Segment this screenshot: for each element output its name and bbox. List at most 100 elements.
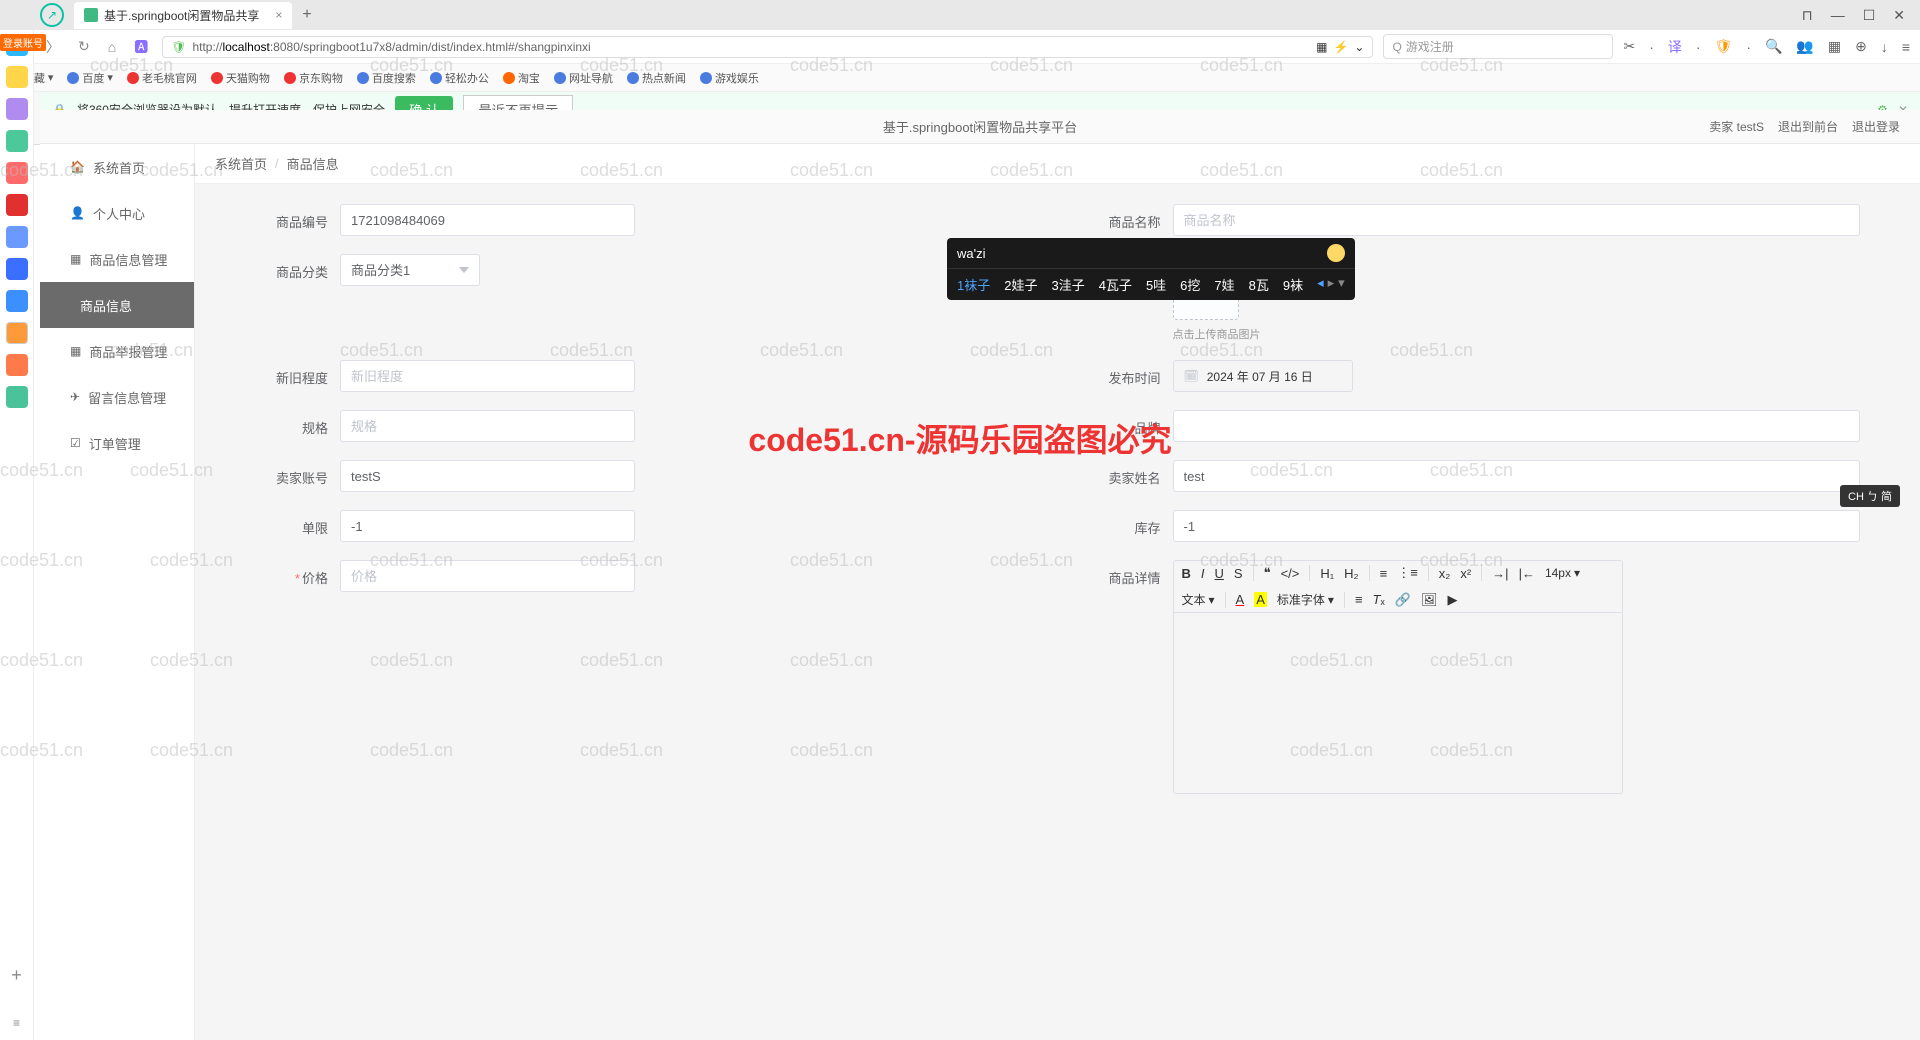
h1-icon[interactable]: H₁ xyxy=(1320,566,1334,581)
back-frontend-link[interactable]: 退出到前台 xyxy=(1778,118,1838,135)
spec-input[interactable] xyxy=(340,410,635,442)
strike-icon[interactable]: S xyxy=(1234,566,1243,581)
fontsize-select[interactable]: 14px ▾ xyxy=(1545,566,1580,580)
bookmark-item[interactable]: 热点新闻 xyxy=(627,70,686,86)
new-tab-button[interactable]: + xyxy=(302,6,311,24)
publish-time-input[interactable]: 🗓 2024 年 07 月 16 日 xyxy=(1173,360,1353,392)
ime-candidate[interactable]: 8瓦 xyxy=(1249,275,1269,294)
nav-home-button[interactable]: ⌂ xyxy=(104,39,120,55)
limit-input[interactable] xyxy=(340,510,635,542)
win-min-icon[interactable]: — xyxy=(1831,7,1845,24)
ime-next-icon[interactable]: ▸ xyxy=(1328,275,1335,294)
breadcrumb-home[interactable]: 系统首页 xyxy=(215,154,267,173)
sidebar-item-product-info[interactable]: 商品信息 xyxy=(40,282,194,328)
login-badge[interactable]: 登录账号 xyxy=(0,34,46,51)
url-dropdown-icon[interactable]: ⌄ xyxy=(1354,40,1364,54)
nav-reload-button[interactable]: ↻ xyxy=(74,38,94,55)
win-max-icon[interactable]: ☐ xyxy=(1863,7,1876,24)
ime-candidate[interactable]: 9袜 xyxy=(1283,275,1303,294)
bgcolor-icon[interactable]: A xyxy=(1254,592,1267,607)
outdent-icon[interactable]: |← xyxy=(1519,566,1535,581)
image-icon[interactable]: 🖼 xyxy=(1421,592,1438,608)
bookmark-item[interactable]: 天猫购物 xyxy=(211,70,270,86)
video-icon[interactable]: ▶ xyxy=(1447,592,1457,608)
ime-candidate[interactable]: 3洼子 xyxy=(1051,275,1084,294)
logout-link[interactable]: 退出登录 xyxy=(1852,118,1900,135)
qr-icon[interactable]: ▦ xyxy=(1316,40,1327,54)
category-select[interactable]: 商品分类1 xyxy=(340,254,480,286)
ime-candidate[interactable]: 7娃 xyxy=(1214,275,1234,294)
product-name-input[interactable] xyxy=(1173,204,1861,236)
brand-input[interactable] xyxy=(1173,410,1861,442)
code-icon[interactable]: </> xyxy=(1281,566,1300,581)
editor-content[interactable] xyxy=(1174,613,1622,793)
translate-icon[interactable]: 译 xyxy=(1668,37,1682,57)
rail-icon[interactable] xyxy=(6,66,28,88)
cut-icon[interactable]: ✂ xyxy=(1623,38,1635,55)
h2-icon[interactable]: H₂ xyxy=(1344,566,1358,581)
rail-menu-icon[interactable]: ≡ xyxy=(13,1016,20,1030)
bookmark-item[interactable]: 淘宝 xyxy=(503,70,540,86)
rail-icon[interactable] xyxy=(6,322,28,344)
search-box[interactable]: Q 游戏注册 xyxy=(1383,34,1613,59)
stock-input[interactable] xyxy=(1173,510,1861,542)
ime-emoji-icon[interactable] xyxy=(1327,244,1345,262)
sub-icon[interactable]: x₂ xyxy=(1439,566,1451,581)
ime-candidate[interactable]: 2娃子 xyxy=(1004,275,1037,294)
ol-icon[interactable]: ≡ xyxy=(1380,566,1388,581)
sup-icon[interactable]: x² xyxy=(1460,566,1471,581)
menu-icon[interactable]: ≡ xyxy=(1902,39,1910,55)
win-pip-icon[interactable]: ⊓ xyxy=(1802,7,1813,24)
win-close-icon[interactable]: ✕ xyxy=(1893,7,1905,24)
bookmark-item[interactable]: 老毛桃官网 xyxy=(127,70,197,86)
rail-icon[interactable] xyxy=(6,130,28,152)
seller-acct-input[interactable] xyxy=(340,460,635,492)
tab-close-icon[interactable]: × xyxy=(275,8,282,22)
rail-icon[interactable] xyxy=(6,194,28,216)
people-icon[interactable]: 👥 xyxy=(1796,38,1813,55)
flash-icon[interactable]: ⚡ xyxy=(1333,40,1348,54)
font-select[interactable]: 标准字体 ▾ xyxy=(1277,591,1334,608)
rail-icon[interactable] xyxy=(6,354,28,376)
zoom-icon[interactable]: 🔍 xyxy=(1765,38,1782,55)
ime-candidate[interactable]: 1袜子 xyxy=(957,275,990,294)
bookmark-item[interactable]: 京东购物 xyxy=(284,70,343,86)
rail-plus-icon[interactable]: + xyxy=(11,965,22,986)
indent-icon[interactable]: →| xyxy=(1492,566,1508,581)
sidebar-item-product-mgmt[interactable]: ▦商品信息管理 xyxy=(40,236,194,282)
ime-candidate[interactable]: 5哇 xyxy=(1146,275,1166,294)
ime-candidate[interactable]: 4瓦子 xyxy=(1099,275,1132,294)
clear-icon[interactable]: Tₓ xyxy=(1373,592,1385,607)
quote-icon[interactable]: ❝ xyxy=(1264,565,1271,581)
italic-icon[interactable]: I xyxy=(1201,566,1205,581)
sidebar-item-home[interactable]: 🏠系统首页 xyxy=(40,144,194,190)
underline-icon[interactable]: U xyxy=(1215,566,1224,581)
globe-icon[interactable]: ⊕ xyxy=(1855,38,1867,55)
bookmark-item[interactable]: 百度搜索 xyxy=(357,70,416,86)
ul-icon[interactable]: ⋮≡ xyxy=(1397,565,1418,581)
text-select[interactable]: 文本 ▾ xyxy=(1182,591,1215,608)
browser-tab[interactable]: 基于.springboot闲置物品共享 × xyxy=(74,2,292,29)
apps-icon[interactable]: ▦ xyxy=(1828,38,1841,55)
rail-icon[interactable] xyxy=(6,290,28,312)
rail-icon[interactable] xyxy=(6,386,28,408)
rail-icon[interactable] xyxy=(6,258,28,280)
ime-prev-icon[interactable]: ◂ xyxy=(1317,275,1324,294)
sidebar-item-order[interactable]: ☑订单管理 xyxy=(40,420,194,466)
sidebar-item-message[interactable]: ✈留言信息管理 xyxy=(40,374,194,420)
bookmark-item[interactable]: 轻松办公 xyxy=(430,70,489,86)
shield2-icon[interactable]: 🛡 xyxy=(1715,38,1733,55)
sidebar-item-personal[interactable]: 👤个人中心 xyxy=(40,190,194,236)
condition-input[interactable] xyxy=(340,360,635,392)
back-circle-icon[interactable]: ↗ xyxy=(40,3,64,27)
bookmark-item[interactable]: 网址导航 xyxy=(554,70,613,86)
download-icon[interactable]: ↓ xyxy=(1881,39,1888,55)
sidebar-item-report[interactable]: ▦商品举报管理 xyxy=(40,328,194,374)
address-bar[interactable]: 🛡 http://localhost:8080/springboot1u7x8/… xyxy=(162,36,1373,58)
ai-icon[interactable]: 🅰 xyxy=(130,37,152,57)
bookmark-item[interactable]: 游戏娱乐 xyxy=(700,70,759,86)
ime-candidate[interactable]: 6挖 xyxy=(1180,275,1200,294)
ime-badge[interactable]: CH ㄅ 简 xyxy=(1840,485,1900,507)
product-no-input[interactable] xyxy=(340,204,635,236)
bold-icon[interactable]: B xyxy=(1182,566,1191,581)
